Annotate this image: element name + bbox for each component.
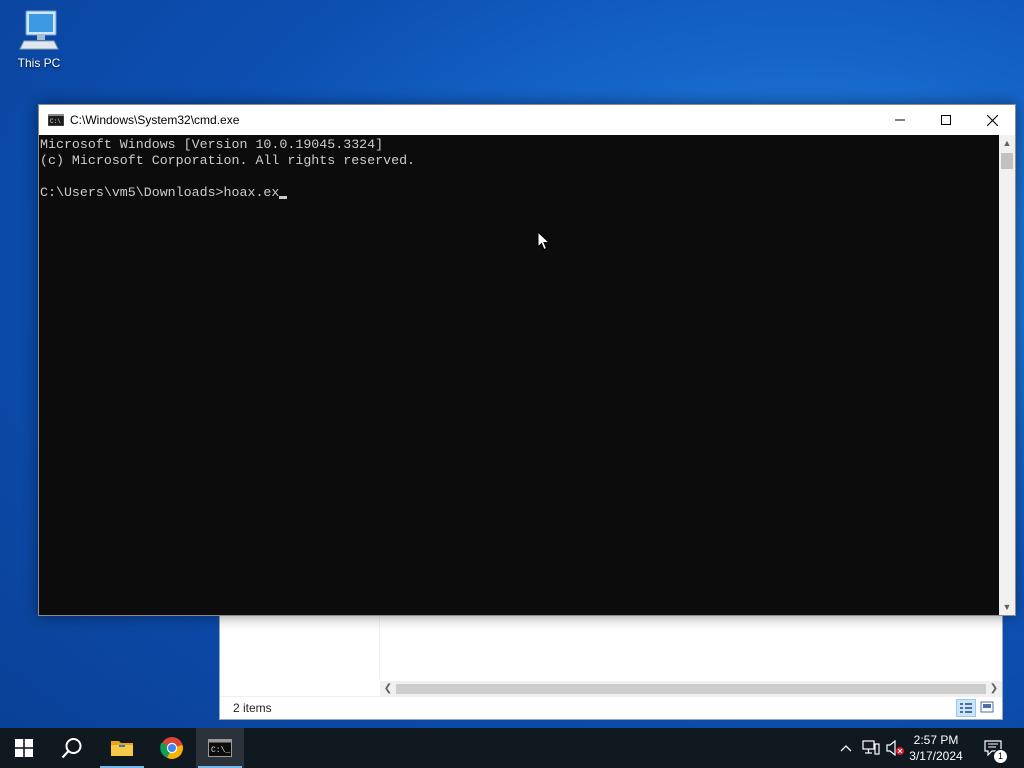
minimize-button[interactable] bbox=[877, 105, 923, 135]
clock-date: 3/17/2024 bbox=[909, 749, 963, 763]
notification-count-badge: 1 bbox=[993, 749, 1008, 764]
console-line: Microsoft Windows [Version 10.0.19045.33… bbox=[40, 137, 384, 152]
cmd-title-bar[interactable]: C:\ C:\Windows\System32\cmd.exe bbox=[39, 105, 1015, 135]
vertical-scrollbar[interactable]: ▲ ▼ bbox=[999, 135, 1015, 615]
windows-logo-icon bbox=[15, 739, 33, 757]
pane-divider bbox=[379, 613, 380, 679]
chrome-icon bbox=[160, 737, 183, 759]
minimize-icon bbox=[895, 119, 905, 121]
search-button[interactable] bbox=[48, 728, 96, 768]
file-explorer-window[interactable]: ❮ ❯ 2 items bbox=[219, 612, 1003, 720]
clock[interactable]: 2:57 PM 3/17/2024 bbox=[906, 732, 966, 764]
console-line: ​ bbox=[40, 169, 999, 185]
scroll-down-icon[interactable]: ▼ bbox=[999, 599, 1015, 615]
computer-icon bbox=[19, 10, 59, 50]
volume-muted-icon bbox=[886, 740, 904, 756]
maximize-button[interactable] bbox=[923, 105, 969, 135]
scroll-thumb[interactable] bbox=[1001, 153, 1013, 169]
scroll-left-icon[interactable]: ❮ bbox=[380, 681, 396, 697]
show-hidden-icons-button[interactable] bbox=[836, 728, 856, 768]
cmd-window[interactable]: C:\ C:\Windows\System32\cmd.exe Microsof… bbox=[38, 104, 1016, 616]
chevron-up-icon bbox=[840, 745, 852, 752]
command-input-text[interactable]: C:\Users\vm5\Downloads>hoax.ex bbox=[40, 185, 279, 200]
clock-time: 2:57 PM bbox=[913, 733, 959, 747]
close-icon bbox=[986, 114, 998, 126]
text-cursor bbox=[279, 196, 288, 199]
console-prompt-line: C:\Users\vm5\Downloads>hoax.ex bbox=[40, 185, 999, 201]
volume-button[interactable] bbox=[884, 728, 906, 768]
desktop-icon-label: This PC bbox=[17, 56, 61, 70]
status-bar: 2 items bbox=[220, 696, 1002, 719]
large-icons-view-button[interactable] bbox=[978, 699, 998, 717]
cmd-icon: C:\ bbox=[48, 114, 64, 126]
item-count: 2 items bbox=[233, 701, 272, 715]
folder-icon bbox=[111, 741, 133, 756]
console-line: (c) Microsoft Corporation. All rights re… bbox=[40, 153, 416, 168]
chrome-button[interactable] bbox=[148, 728, 196, 768]
details-view-icon bbox=[960, 703, 972, 713]
scroll-up-icon[interactable]: ▲ bbox=[999, 135, 1015, 151]
window-title: C:\Windows\System32\cmd.exe bbox=[70, 113, 240, 127]
large-icons-view-icon bbox=[980, 701, 994, 713]
scroll-right-icon[interactable]: ❯ bbox=[986, 681, 1002, 697]
svg-text:C:\_: C:\_ bbox=[211, 746, 230, 755]
maximize-icon bbox=[941, 115, 951, 125]
start-button[interactable] bbox=[0, 728, 48, 768]
horizontal-scrollbar[interactable]: ❮ ❯ bbox=[380, 681, 1002, 697]
cmd-icon: C:\_ bbox=[208, 739, 232, 757]
svg-text:C:\: C:\ bbox=[50, 118, 61, 125]
cmd-taskbar-button[interactable]: C:\_ bbox=[196, 728, 244, 768]
desktop-icon-this-pc[interactable]: This PC bbox=[14, 8, 64, 70]
scroll-thumb[interactable] bbox=[396, 684, 986, 694]
details-view-button[interactable] bbox=[956, 699, 976, 717]
file-explorer-button[interactable] bbox=[98, 728, 146, 768]
search-icon bbox=[61, 738, 82, 759]
network-button[interactable] bbox=[860, 728, 882, 768]
mouse-pointer-icon bbox=[537, 231, 550, 251]
network-icon bbox=[862, 740, 880, 755]
taskbar: C:\_ 2:57 PM 3/17/2024 1 bbox=[0, 728, 1024, 768]
close-button[interactable] bbox=[969, 105, 1015, 135]
console-output[interactable]: Microsoft Windows [Version 10.0.19045.33… bbox=[39, 135, 999, 615]
